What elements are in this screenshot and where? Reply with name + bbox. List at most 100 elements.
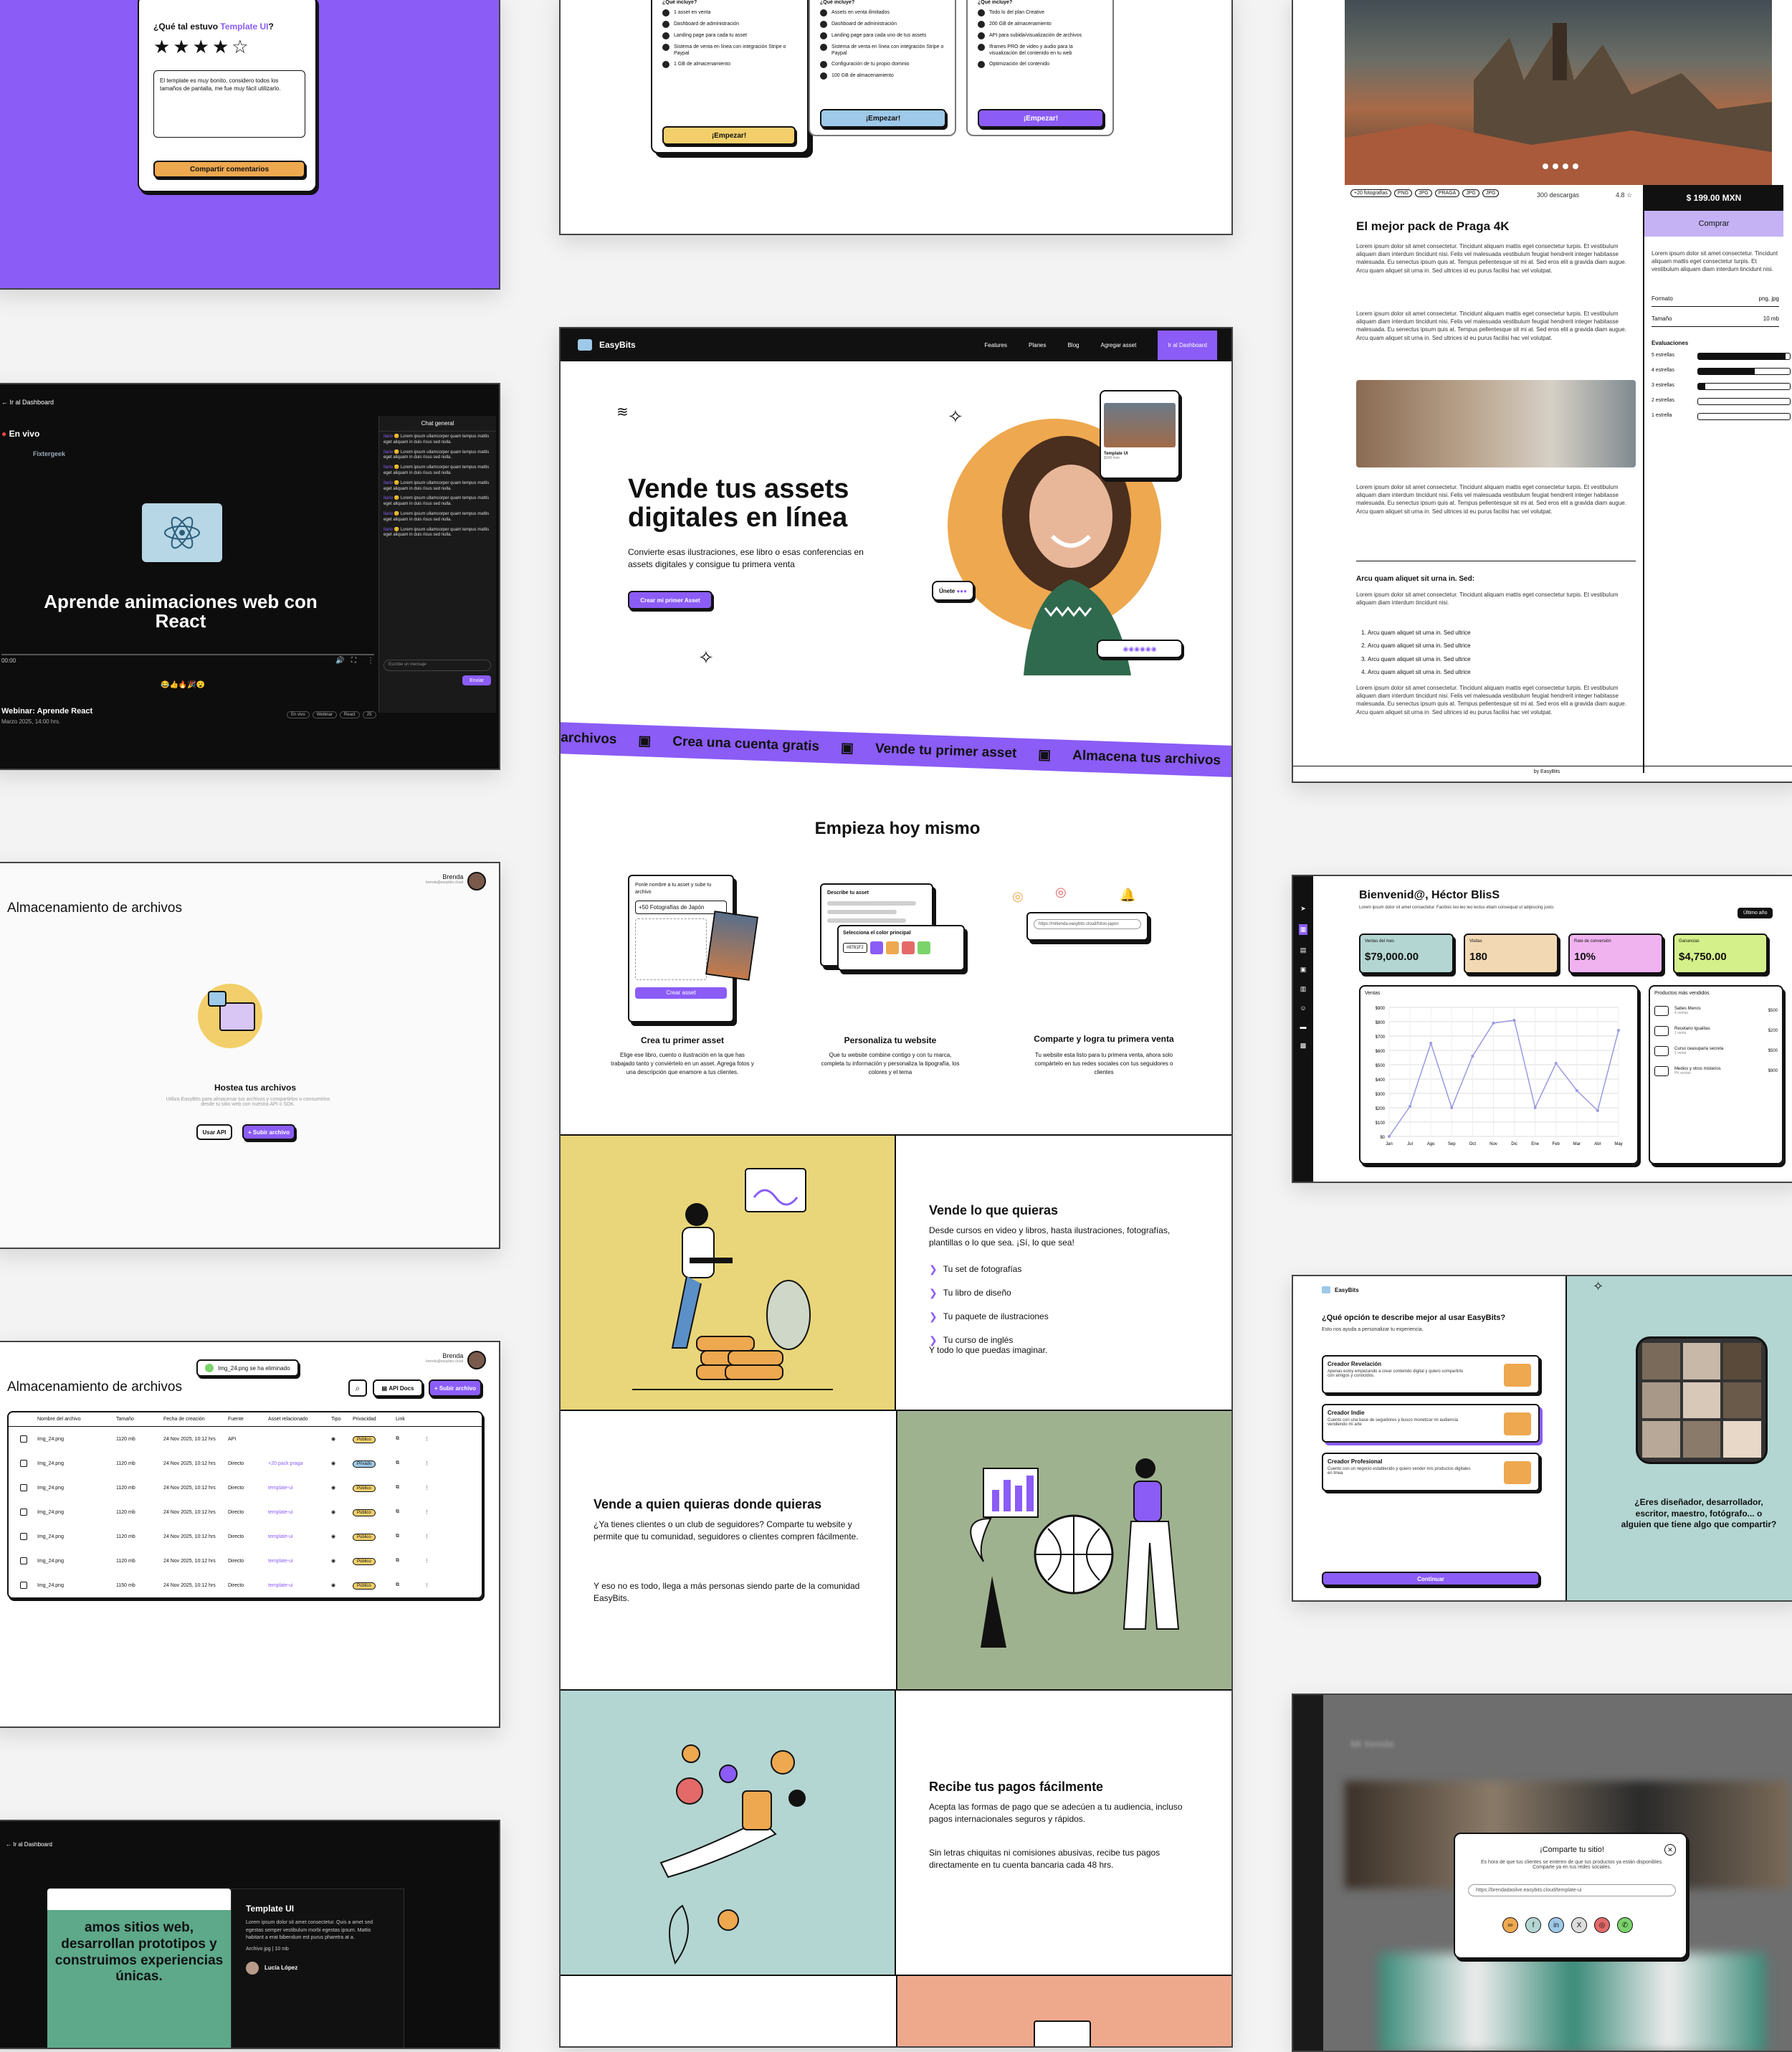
color-picker-mock[interactable]: Selecciona el color principal #8781F2 (837, 925, 965, 971)
table-row[interactable]: Img_24.png 1120 mb 24 Nov 2025, 10:12 hrs A… (9, 1427, 482, 1451)
period-selector[interactable]: Último año (1738, 908, 1773, 918)
data-point[interactable] (1450, 1106, 1454, 1109)
data-point[interactable] (1388, 1135, 1391, 1138)
row-checkbox[interactable] (20, 1533, 27, 1540)
avatar[interactable] (467, 872, 486, 890)
use-api-button[interactable]: Usar API (196, 1124, 232, 1140)
option-card[interactable]: Creador Revelación Apenas estoy empezando… (1322, 1355, 1540, 1394)
privacy-badge[interactable]: Público (353, 1509, 376, 1516)
rocket-icon[interactable]: ➤ (1300, 905, 1306, 913)
upload-file-button[interactable]: + Subir archivo (242, 1124, 295, 1140)
start-button[interactable]: ¡Empezar! (820, 109, 946, 128)
star-icon[interactable]: ★ (212, 36, 232, 57)
row-checkbox[interactable] (20, 1435, 27, 1443)
row-checkbox[interactable] (20, 1557, 27, 1564)
continue-button[interactable]: Continuar (1322, 1572, 1540, 1586)
row-checkbox[interactable] (20, 1460, 27, 1467)
nav-link[interactable]: Features (984, 342, 1007, 348)
chat-input[interactable]: Escribe un mensaje (383, 660, 491, 671)
star-icon[interactable]: ★ (193, 36, 212, 57)
copy-link-icon[interactable]: ⧉ (396, 1534, 424, 1539)
avatar[interactable] (467, 1351, 486, 1369)
table-cell[interactable]: +20 pack praga (268, 1461, 331, 1466)
send-button[interactable]: Enviar (462, 675, 491, 685)
data-point[interactable] (1512, 1019, 1516, 1022)
volume-icon[interactable]: 🔊 (335, 657, 344, 665)
reactions-bar[interactable]: 😂👍🔥🎉😮 (161, 681, 205, 689)
copy-link-icon[interactable]: ⧉ (396, 1436, 424, 1442)
more-icon[interactable]: ⋮ (424, 1460, 429, 1466)
url-share-mock[interactable]: https://mitienda.easybits.cloud/fotos-ja… (1026, 912, 1148, 941)
create-asset-mock-button[interactable]: Crear asset (635, 987, 727, 999)
template-card[interactable]: Template UI $349 mxn (1100, 390, 1180, 479)
join-chip[interactable]: Únete ●●● (932, 581, 974, 601)
data-point[interactable] (1533, 1106, 1537, 1109)
more-icon[interactable]: ⋮ (424, 1582, 429, 1588)
data-point[interactable] (1429, 1042, 1433, 1045)
back-link[interactable]: ← Ir al Dashboard (6, 1841, 52, 1848)
link-icon[interactable]: ∞ (1502, 1917, 1518, 1933)
lock-icon[interactable]: ▩ (1300, 1042, 1307, 1050)
start-button[interactable]: ¡Empezar! (662, 126, 796, 145)
api-docs-button[interactable]: ▤ API Docs (373, 1379, 423, 1397)
table-row[interactable]: Img_24.png 1120 mb 24 Nov 2025, 10:12 hrs D… (9, 1549, 482, 1573)
nav-link[interactable]: Blog (1067, 342, 1079, 348)
asset-name-input[interactable]: +50 Fotografías de Japón (635, 900, 727, 914)
data-point[interactable] (1554, 1062, 1558, 1065)
close-icon[interactable]: ✕ (1664, 1844, 1676, 1856)
star-icon[interactable]: ★ (173, 36, 192, 57)
star-rating[interactable]: ★★★★☆ (153, 36, 252, 58)
more-icon[interactable]: ⋮ (424, 1436, 429, 1442)
copy-link-icon[interactable]: ⧉ (396, 1582, 424, 1588)
more-icon[interactable]: ⋮ (424, 1485, 429, 1491)
back-link[interactable]: ← Ir al Dashboard (1, 399, 54, 406)
top-product[interactable]: Curso ceasuparla secreta 1 venta $500 (1654, 1046, 1778, 1056)
carousel-dots[interactable] (1543, 163, 1578, 169)
share-comments-button[interactable]: Compartir comentarios (153, 161, 305, 178)
table-cell[interactable]: template-ui (268, 1534, 331, 1539)
privacy-badge[interactable]: Público (353, 1484, 376, 1492)
table-cell[interactable]: template-ui (268, 1510, 331, 1515)
table-row[interactable]: Img_24.png 1120 mb 24 Nov 2025, 10:12 hrs D… (9, 1451, 482, 1476)
video-thumbnail[interactable] (142, 503, 222, 562)
copy-link-icon[interactable]: ⧉ (396, 1558, 424, 1564)
instagram-icon[interactable]: ◎ (1594, 1917, 1610, 1933)
option-card[interactable]: Creador Profesional Cuento con un negocio… (1322, 1453, 1540, 1491)
privacy-badge[interactable]: Público (353, 1435, 376, 1443)
privacy-badge[interactable]: Público (353, 1557, 376, 1565)
more-icon[interactable]: ⋮ (424, 1534, 429, 1539)
star-icon[interactable]: ★ (153, 36, 173, 57)
start-button[interactable]: ¡Empezar! (978, 109, 1104, 128)
buy-button[interactable]: Comprar (1644, 211, 1783, 237)
row-checkbox[interactable] (20, 1509, 27, 1516)
more-icon[interactable]: ⋮ (424, 1509, 429, 1515)
users-icon[interactable]: ☺ (1300, 1004, 1306, 1012)
more-icon[interactable]: ⋮ (424, 1558, 429, 1564)
top-product[interactable]: Medios y otros misterios PK ventas $900 (1654, 1066, 1778, 1076)
cart-icon[interactable]: ▥ (1300, 985, 1307, 993)
privacy-badge[interactable]: Privado (353, 1460, 376, 1468)
chart-icon[interactable]: ▦ (1298, 924, 1308, 935)
search-icon[interactable]: ⌕ (348, 1379, 367, 1397)
social-icons-chip[interactable]: ◉◉◉◉◉◉ (1097, 640, 1183, 658)
dashboard-link[interactable]: Ir al Dashboard (1158, 330, 1217, 360)
more-icon[interactable]: ⋮ (367, 657, 374, 665)
table-row[interactable]: Img_24.png 1120 mb 24 Nov 2025, 10:12 hrs D… (9, 1524, 482, 1549)
option-card[interactable]: Creador Indie Cuento con una base de segu… (1322, 1404, 1540, 1443)
row-checkbox[interactable] (20, 1582, 27, 1589)
data-point[interactable] (1409, 1105, 1412, 1108)
share-url-input[interactable]: https://brendadasilve.easybits.cloud/tem… (1468, 1884, 1676, 1896)
video-progress[interactable] (1, 654, 374, 655)
top-product[interactable]: Sabes Menos 4 ventas $500 (1654, 1006, 1778, 1016)
row-checkbox[interactable] (20, 1484, 27, 1491)
file-icon[interactable]: ▤ (1300, 946, 1307, 954)
x-icon[interactable]: X (1571, 1917, 1587, 1933)
star-icon[interactable]: ☆ (232, 36, 251, 57)
data-point[interactable] (1471, 1055, 1474, 1058)
logo[interactable]: EasyBits (599, 340, 636, 350)
table-cell[interactable]: template-ui (268, 1559, 331, 1564)
data-point[interactable] (1575, 1089, 1578, 1092)
copy-link-icon[interactable]: ⧉ (396, 1509, 424, 1515)
data-point[interactable] (1617, 1029, 1620, 1032)
privacy-badge[interactable]: Público (353, 1533, 376, 1541)
